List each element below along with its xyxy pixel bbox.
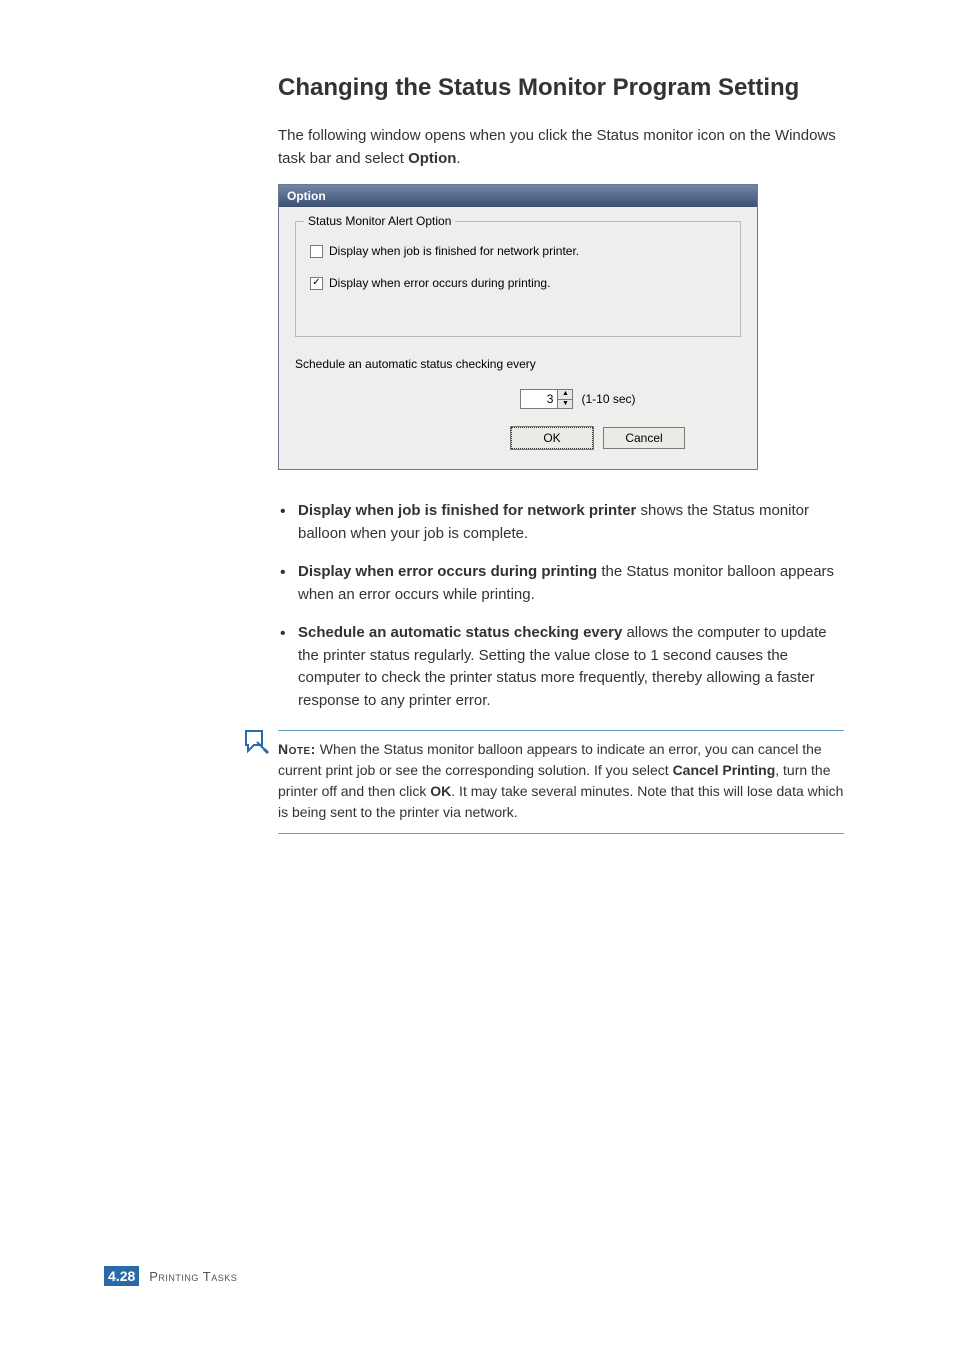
note-icon xyxy=(242,727,272,757)
page-footer: 4.28 Printing Tasks xyxy=(104,1266,237,1286)
dialog-titlebar: Option xyxy=(279,185,757,207)
checkbox-row-network: Display when job is finished for network… xyxy=(310,244,726,258)
bullet-bold: Display when error occurs during printin… xyxy=(298,563,597,580)
intro-paragraph: The following window opens when you clic… xyxy=(278,125,844,170)
cancel-button[interactable]: Cancel xyxy=(603,427,685,449)
intro-text-bold: Option xyxy=(408,150,456,167)
footer-label: Printing Tasks xyxy=(149,1269,237,1284)
list-item: Schedule an automatic status checking ev… xyxy=(278,622,844,712)
option-dialog: Option Status Monitor Alert Option Displ… xyxy=(278,184,758,470)
dialog-buttons: OK Cancel xyxy=(295,425,741,455)
interval-spinner[interactable]: 3 ▲ ▼ xyxy=(520,389,573,409)
bullet-bold: Display when job is finished for network… xyxy=(298,502,636,519)
spinner-row: 3 ▲ ▼ (1-10 sec) xyxy=(415,389,741,409)
schedule-label: Schedule an automatic status checking ev… xyxy=(295,357,741,371)
fieldset-legend: Status Monitor Alert Option xyxy=(304,214,455,228)
note-bold1: Cancel Printing xyxy=(673,762,776,778)
note-bold2: OK xyxy=(430,783,451,799)
list-item: Display when job is finished for network… xyxy=(278,500,844,545)
checkbox-error-label: Display when error occurs during printin… xyxy=(329,276,550,290)
interval-spinner-value: 3 xyxy=(521,390,557,408)
checkbox-row-error: ✓ Display when error occurs during print… xyxy=(310,276,726,290)
spinner-up-icon[interactable]: ▲ xyxy=(558,390,572,400)
note-block: Note: When the Status monitor balloon ap… xyxy=(278,730,844,834)
page: Changing the Status Monitor Program Sett… xyxy=(0,0,954,1348)
checkbox-error[interactable]: ✓ xyxy=(310,277,323,290)
ok-button[interactable]: OK xyxy=(511,427,593,449)
section-heading: Changing the Status Monitor Program Sett… xyxy=(278,72,844,103)
spinner-buttons: ▲ ▼ xyxy=(557,390,572,408)
checkbox-network[interactable] xyxy=(310,245,323,258)
spinner-unit: (1-10 sec) xyxy=(581,392,635,406)
option-descriptions: Display when job is finished for network… xyxy=(278,500,844,712)
footer-badge: 4.28 xyxy=(104,1266,139,1286)
intro-text-post: . xyxy=(456,150,460,167)
note-label: Note: xyxy=(278,741,316,757)
note-text: Note: When the Status monitor balloon ap… xyxy=(278,739,844,823)
footer-chapter: 4. xyxy=(108,1268,120,1284)
bullet-bold: Schedule an automatic status checking ev… xyxy=(298,624,622,641)
alert-option-fieldset: Status Monitor Alert Option Display when… xyxy=(295,221,741,337)
spinner-down-icon[interactable]: ▼ xyxy=(558,400,572,409)
intro-text-pre: The following window opens when you clic… xyxy=(278,127,836,167)
dialog-body: Status Monitor Alert Option Display when… xyxy=(279,207,757,469)
checkbox-network-label: Display when job is finished for network… xyxy=(329,244,579,258)
list-item: Display when error occurs during printin… xyxy=(278,561,844,606)
footer-page: 28 xyxy=(120,1268,136,1284)
